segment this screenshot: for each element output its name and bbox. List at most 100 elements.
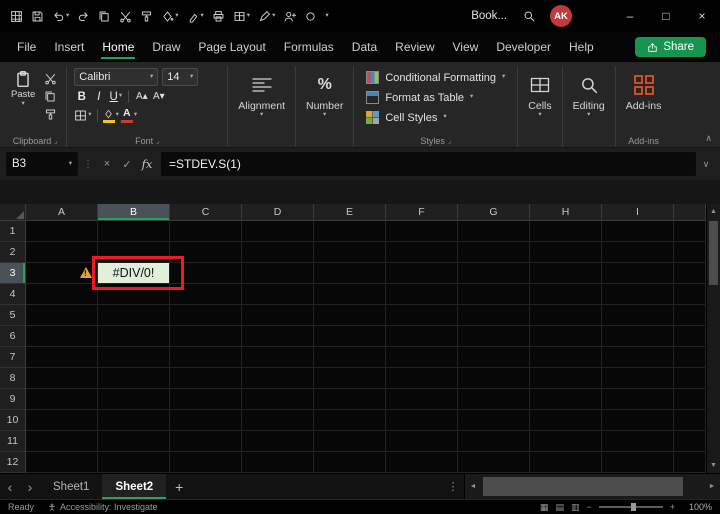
cell-a2[interactable] — [26, 242, 98, 263]
cell-g5[interactable] — [458, 305, 530, 326]
cell-d7[interactable] — [242, 347, 314, 368]
select-all-button[interactable] — [0, 204, 26, 221]
cell-i10[interactable] — [602, 410, 674, 431]
horizontal-scrollbar[interactable]: ◄ ► — [464, 474, 720, 499]
cell-h9[interactable] — [530, 389, 602, 410]
cell-f4[interactable] — [386, 284, 458, 305]
page-layout-view-button[interactable]: ▤ — [555, 502, 564, 513]
cell-b9[interactable] — [98, 389, 170, 410]
error-warning-icon[interactable] — [80, 267, 92, 278]
cell-g6[interactable] — [458, 326, 530, 347]
cell-d6[interactable] — [242, 326, 314, 347]
font-family-select[interactable]: Calibri ▾ — [74, 68, 159, 86]
cell-d5[interactable] — [242, 305, 314, 326]
scroll-down-button[interactable]: ▼ — [707, 458, 720, 473]
cell-i12[interactable] — [602, 452, 674, 473]
dialog-launcher-icon[interactable]: ⌟ — [448, 137, 451, 145]
cell-d4[interactable] — [242, 284, 314, 305]
cell-e4[interactable] — [314, 284, 386, 305]
cell-f5[interactable] — [386, 305, 458, 326]
cell-c11[interactable] — [170, 431, 242, 452]
cell-a8[interactable] — [26, 368, 98, 389]
cell-b8[interactable] — [98, 368, 170, 389]
cell-b7[interactable] — [98, 347, 170, 368]
cell-d3[interactable] — [242, 263, 314, 284]
cell-styles-button[interactable]: Cell Styles ▾ — [361, 108, 510, 127]
cell-b5[interactable] — [98, 305, 170, 326]
cell-c12[interactable] — [170, 452, 242, 473]
account-avatar[interactable]: AK — [550, 5, 572, 27]
font-color-button[interactable]: A ▾ — [120, 108, 137, 123]
add-person-button[interactable] — [279, 3, 300, 29]
cell-d10[interactable] — [242, 410, 314, 431]
cell-h7[interactable] — [530, 347, 602, 368]
collapse-ribbon-button[interactable]: ∧ — [705, 133, 712, 144]
paste-button[interactable]: Paste ▾ — [11, 68, 35, 134]
cell-g9[interactable] — [458, 389, 530, 410]
qat-overflow-button[interactable]: ▾ — [321, 3, 332, 29]
cell-h12[interactable] — [530, 452, 602, 473]
format-as-table-button[interactable]: Format as Table ▾ — [361, 88, 510, 107]
row-header-11[interactable]: 11 — [0, 431, 26, 452]
previous-sheet-button[interactable]: ‹ — [0, 474, 20, 499]
save-button[interactable] — [27, 3, 48, 29]
cell-a6[interactable] — [26, 326, 98, 347]
new-sheet-button[interactable]: + — [166, 474, 192, 499]
cell-b6[interactable] — [98, 326, 170, 347]
cut-button[interactable] — [115, 3, 136, 29]
cell-i3[interactable] — [602, 263, 674, 284]
cell-a4[interactable] — [26, 284, 98, 305]
cell-f12[interactable] — [386, 452, 458, 473]
font-size-select[interactable]: 14 ▾ — [162, 68, 199, 86]
dialog-launcher-icon[interactable]: ⌟ — [156, 137, 159, 145]
column-header-f[interactable]: F — [386, 204, 458, 221]
cell-e1[interactable] — [314, 221, 386, 242]
row-header-1[interactable]: 1 — [0, 221, 26, 242]
cell-a5[interactable] — [26, 305, 98, 326]
paint-bucket-button[interactable]: ▾ — [157, 3, 182, 29]
column-header-a[interactable]: A — [26, 204, 98, 221]
document-title[interactable]: Book... — [471, 10, 507, 22]
column-header-e[interactable]: E — [314, 204, 386, 221]
row-header-9[interactable]: 9 — [0, 389, 26, 410]
column-header-c[interactable]: C — [170, 204, 242, 221]
horizontal-scroll-thumb[interactable] — [483, 477, 683, 496]
app-menu-button[interactable] — [6, 3, 27, 29]
sheet-options-button[interactable]: ⋮ — [442, 474, 464, 499]
tab-insert[interactable]: Insert — [45, 32, 93, 62]
cell-i4[interactable] — [602, 284, 674, 305]
cell-b2[interactable] — [98, 242, 170, 263]
scroll-right-button[interactable]: ► — [704, 474, 720, 499]
row-header-2[interactable]: 2 — [0, 242, 26, 263]
zoom-slider-thumb[interactable] — [630, 503, 636, 511]
cell-e2[interactable] — [314, 242, 386, 263]
addins-group[interactable]: Add-ins Add-ins — [616, 66, 672, 147]
cell-d8[interactable] — [242, 368, 314, 389]
cell-b10[interactable] — [98, 410, 170, 431]
tab-formulas[interactable]: Formulas — [275, 32, 343, 62]
insert-function-button[interactable]: fx — [138, 157, 156, 171]
row-header-7[interactable]: 7 — [0, 347, 26, 368]
cell-b1[interactable] — [98, 221, 170, 242]
cell-c2[interactable] — [170, 242, 242, 263]
cell-f6[interactable] — [386, 326, 458, 347]
cell-c3[interactable] — [170, 263, 242, 284]
cell-e6[interactable] — [314, 326, 386, 347]
cell-a12[interactable] — [26, 452, 98, 473]
tab-view[interactable]: View — [444, 32, 488, 62]
conditional-formatting-button[interactable]: Conditional Formatting ▾ — [361, 68, 510, 87]
cell-d11[interactable] — [242, 431, 314, 452]
cell-i11[interactable] — [602, 431, 674, 452]
copy-button[interactable] — [41, 89, 59, 103]
zoom-slider[interactable] — [598, 503, 663, 511]
column-header-h[interactable]: H — [530, 204, 602, 221]
cell-c4[interactable] — [170, 284, 242, 305]
cell-h3[interactable] — [530, 263, 602, 284]
tab-help[interactable]: Help — [560, 32, 603, 62]
cell-e12[interactable] — [314, 452, 386, 473]
cut-button[interactable] — [41, 71, 59, 85]
cell-d1[interactable] — [242, 221, 314, 242]
row-header-3[interactable]: 3 — [0, 263, 26, 284]
borders-button[interactable]: ▾ — [74, 109, 92, 122]
row-header-10[interactable]: 10 — [0, 410, 26, 431]
